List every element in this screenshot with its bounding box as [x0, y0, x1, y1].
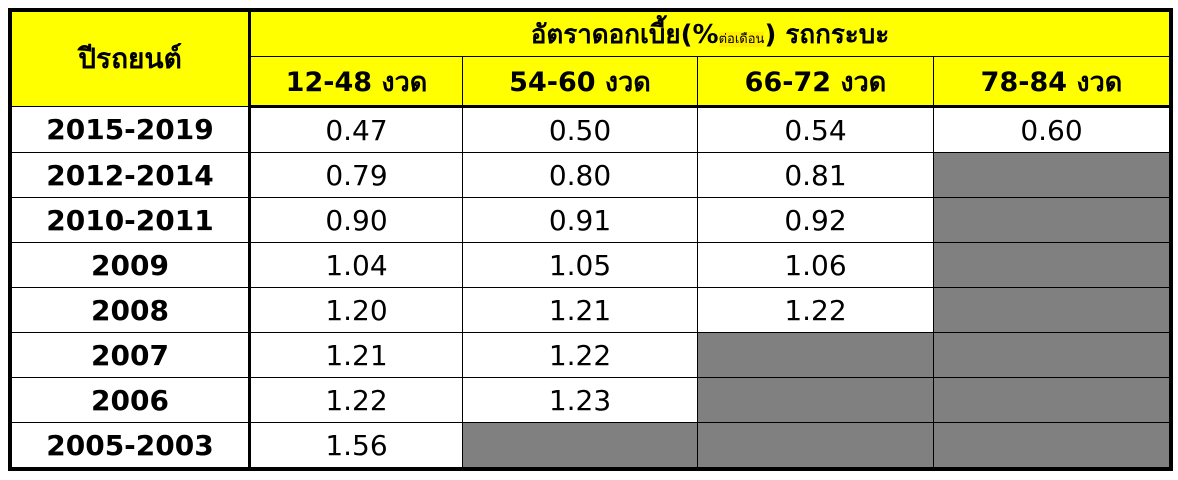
year-cell: 2012-2014 [9, 152, 251, 198]
rate-header-end: ) รถกระบะ [764, 19, 890, 50]
rate-header: อัตราดอกเบี้ย(%ต่อเดือน) รถกระบะ [249, 9, 1172, 57]
empty-cell [933, 197, 1172, 243]
rate-cell: 1.06 [697, 242, 934, 288]
rate-cell: 1.21 [249, 332, 463, 378]
empty-cell [933, 287, 1172, 333]
rate-cell: 0.50 [462, 106, 698, 153]
table-row: 2005-2003 1.56 [9, 422, 1172, 470]
rate-cell: 0.47 [249, 106, 463, 153]
rate-cell: 1.56 [249, 422, 463, 470]
empty-cell [462, 422, 698, 470]
empty-cell [933, 332, 1172, 378]
rate-cell: 0.54 [697, 106, 934, 153]
empty-cell [933, 422, 1172, 470]
empty-cell [933, 152, 1172, 198]
rate-header-unit: ต่อเดือน [718, 31, 765, 47]
table-row: 2010-2011 0.90 0.91 0.92 [9, 197, 1172, 243]
rate-cell: 1.04 [249, 242, 463, 288]
rate-cell: 0.91 [462, 197, 698, 243]
year-header: ปีรถยนต์ [9, 9, 251, 107]
column-header: 54-60 งวด [462, 56, 698, 108]
rate-cell: 1.21 [462, 287, 698, 333]
year-cell: 2006 [9, 377, 251, 423]
table-row: 2015-2019 0.47 0.50 0.54 0.60 [9, 106, 1172, 153]
column-header: 12-48 งวด [249, 56, 463, 108]
table-row: 2006 1.22 1.23 [9, 377, 1172, 423]
rate-header-main: อัตราดอกเบี้ย(% [530, 19, 719, 50]
table-row: 2009 1.04 1.05 1.06 [9, 242, 1172, 288]
table-row: 2007 1.21 1.22 [9, 332, 1172, 378]
year-cell: 2005-2003 [9, 422, 251, 470]
rate-cell: 1.05 [462, 242, 698, 288]
table-row: 2012-2014 0.79 0.80 0.81 [9, 152, 1172, 198]
column-header: 78-84 งวด [933, 56, 1172, 108]
rate-cell: 0.79 [249, 152, 463, 198]
empty-cell [933, 242, 1172, 288]
rate-cell: 1.22 [697, 287, 934, 333]
interest-rate-table: ปีรถยนต์ อัตราดอกเบี้ย(%ต่อเดือน) รถกระบ… [8, 8, 1173, 471]
empty-cell [933, 377, 1172, 423]
rate-cell: 0.81 [697, 152, 934, 198]
year-cell: 2008 [9, 287, 251, 333]
empty-cell [697, 422, 934, 470]
empty-cell [697, 377, 934, 423]
rate-cell: 1.20 [249, 287, 463, 333]
rate-cell: 1.22 [462, 332, 698, 378]
rate-cell: 0.60 [933, 106, 1172, 153]
column-header: 66-72 งวด [697, 56, 934, 108]
year-cell: 2015-2019 [9, 106, 251, 153]
year-cell: 2007 [9, 332, 251, 378]
year-cell: 2010-2011 [9, 197, 251, 243]
rate-cell: 1.22 [249, 377, 463, 423]
rate-cell: 0.90 [249, 197, 463, 243]
rate-cell: 1.23 [462, 377, 698, 423]
year-cell: 2009 [9, 242, 251, 288]
rate-cell: 0.92 [697, 197, 934, 243]
rate-cell: 0.80 [462, 152, 698, 198]
table-row: 2008 1.20 1.21 1.22 [9, 287, 1172, 333]
empty-cell [697, 332, 934, 378]
